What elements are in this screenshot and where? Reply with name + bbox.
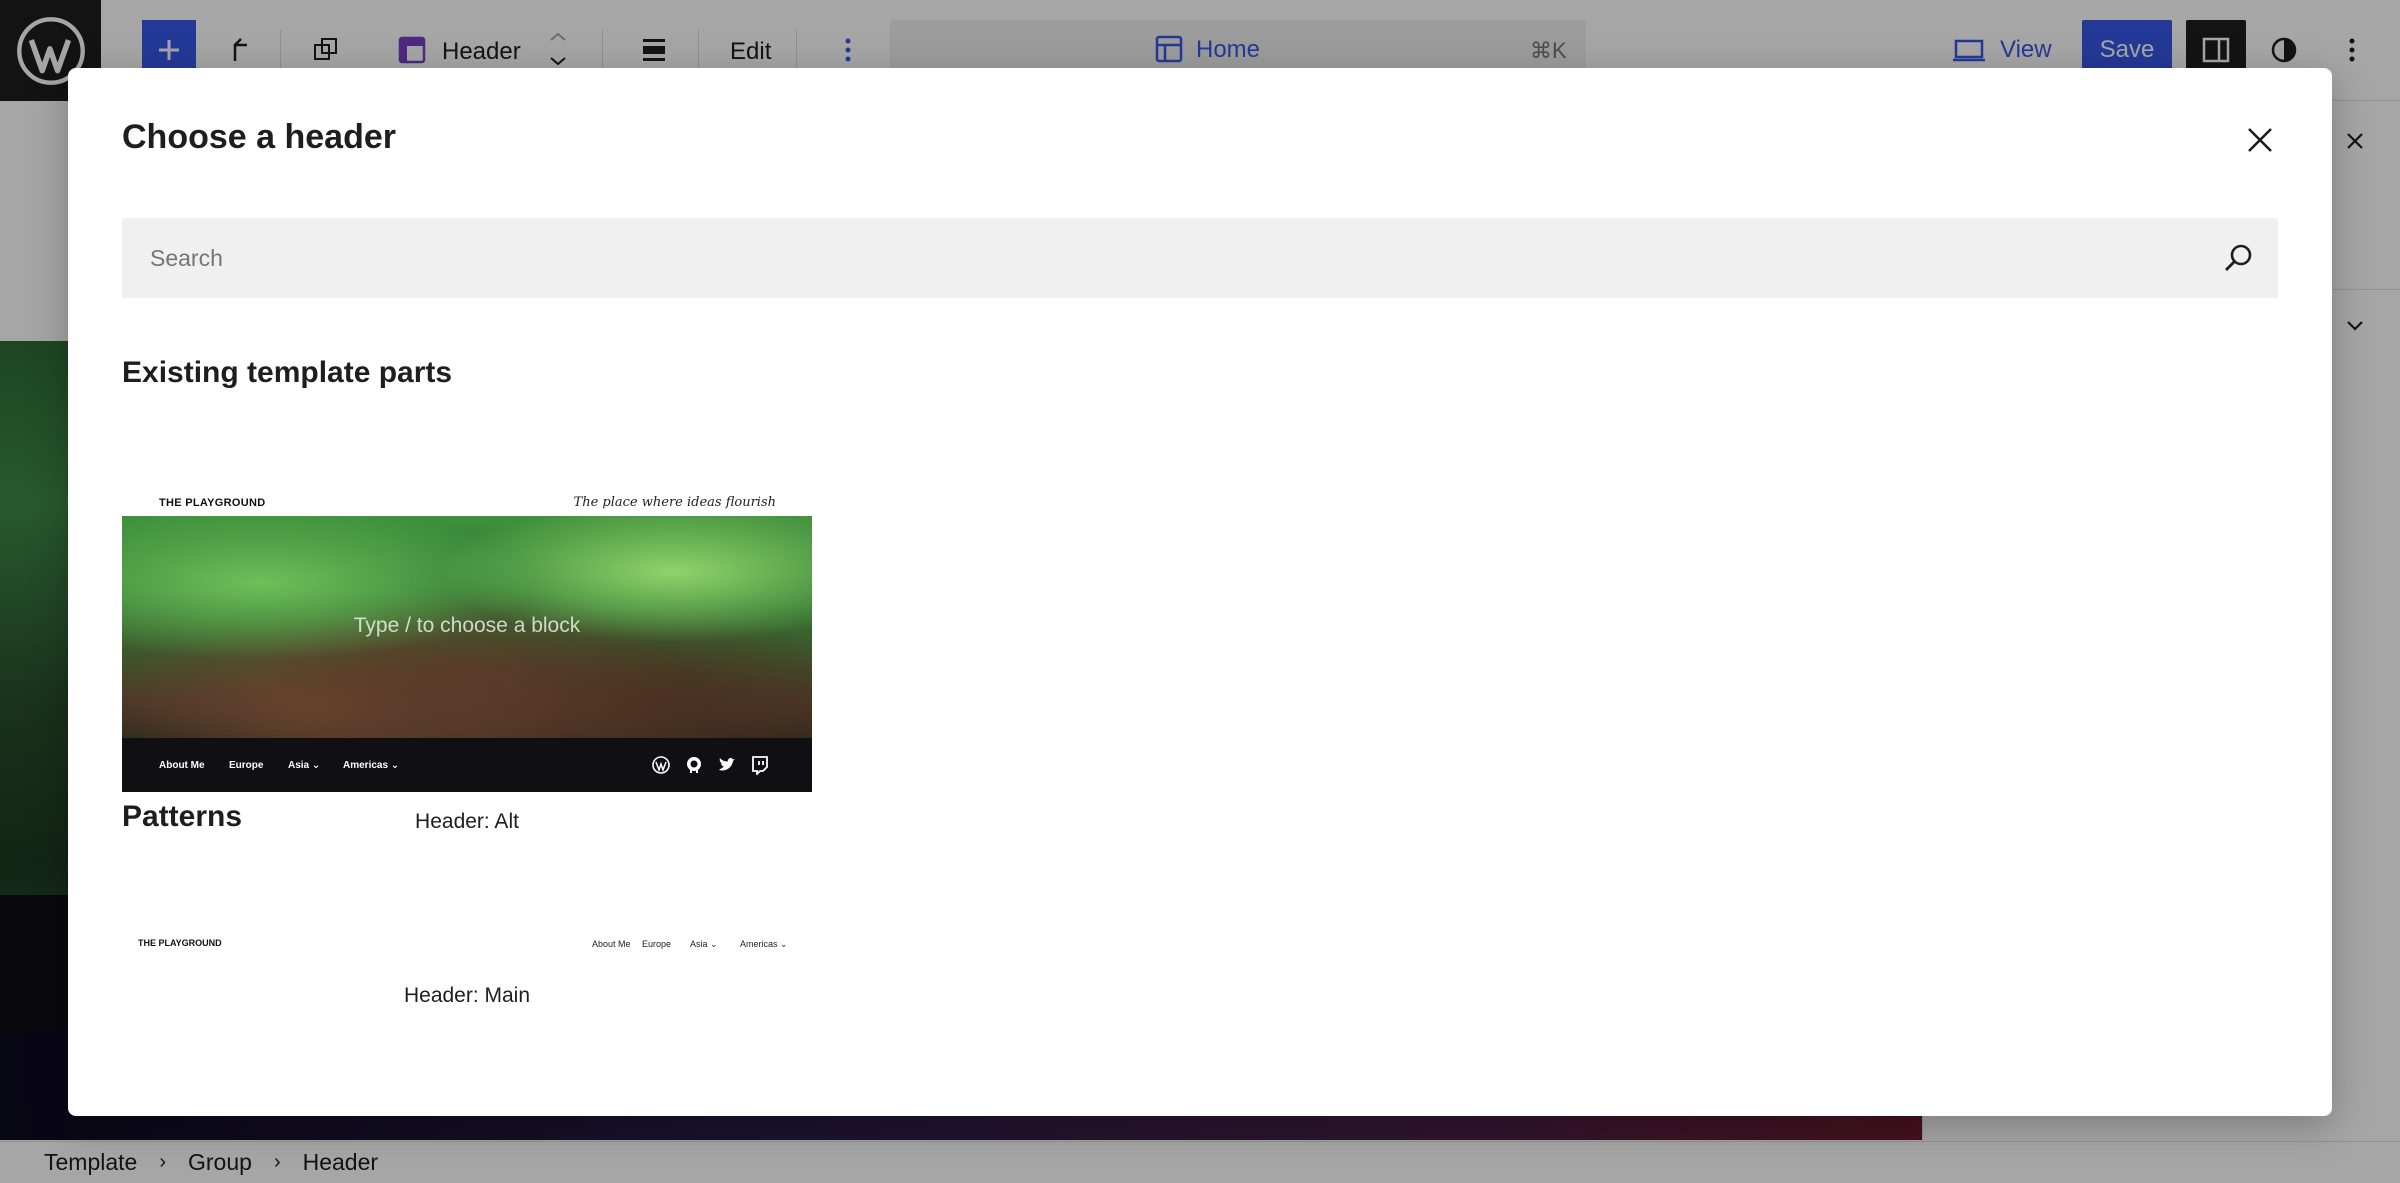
close-modal-button[interactable] [2238,118,2282,162]
github-icon [687,757,701,773]
search-box [122,218,2278,298]
header-alt-preview[interactable]: THE PLAYGROUND The place where ideas flo… [122,480,812,792]
close-icon [2248,128,2272,152]
preview-nav-item: Asia ⌄ [288,760,321,771]
modal-title: Choose a header [122,118,396,156]
preview-nav-item: Europe [229,760,264,771]
preview-cover-image: Type / to choose a block [122,516,812,738]
choose-header-modal: Choose a header Existing template parts … [68,68,2332,1116]
preview-nav-item: Americas ⌄ [343,760,400,771]
search-input[interactable] [122,218,2202,298]
preview-block-prompt: Type / to choose a block [353,614,581,637]
search-icon [2225,244,2252,271]
template-part-card-header-alt[interactable]: THE PLAYGROUND The place where ideas flo… [122,480,812,840]
preview-nav-item: Europe [642,939,672,949]
preview-nav-item: About Me [592,939,631,949]
preview-tagline: The place where ideas flourish [573,495,776,510]
twitter-icon [719,758,735,771]
preview-site-title: THE PLAYGROUND [159,497,266,509]
preview-nav-item: Asia ⌄ [690,939,718,949]
patterns-heading: Patterns [122,800,243,833]
twitch-icon [752,756,768,775]
preview-nav-item: Americas ⌄ [740,939,788,949]
header-main-preview[interactable]: THE PLAYGROUND About Me Europe Asia ⌄ Am… [122,924,812,964]
pattern-card-header-main[interactable]: THE PLAYGROUND About Me Europe Asia ⌄ Am… [122,924,812,1024]
preview-nav-item: About Me [159,760,205,771]
preview-site-title: THE PLAYGROUND [138,938,222,948]
preview-navigation: About Me Europe Asia ⌄ Americas ⌄ [122,738,812,792]
pattern-label: Header: Main [403,984,531,1007]
wordpress-icon [652,756,670,774]
existing-template-parts-heading: Existing template parts [122,356,453,389]
